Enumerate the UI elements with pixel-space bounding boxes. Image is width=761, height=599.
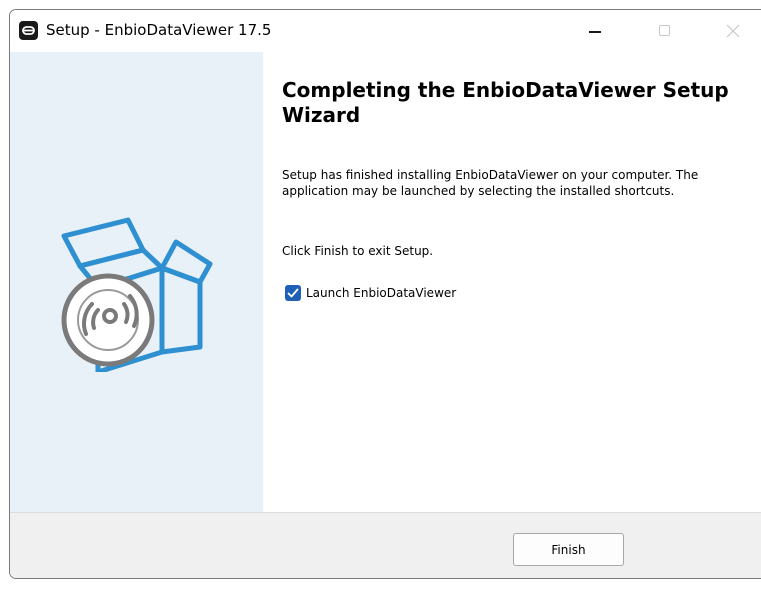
close-icon (726, 24, 740, 38)
setup-window: Setup - EnbioDataViewer 17.5 Completing … (9, 9, 761, 579)
checkmark-icon (287, 288, 299, 298)
finish-button[interactable]: Finish (513, 533, 624, 566)
window-title: Setup - EnbioDataViewer 17.5 (46, 21, 272, 39)
launch-checkbox[interactable] (285, 285, 301, 301)
title-bar[interactable]: Setup - EnbioDataViewer 17.5 (10, 10, 761, 53)
minimize-button[interactable] (572, 10, 618, 53)
finish-instruction: Click Finish to exit Setup. (282, 244, 434, 258)
close-button[interactable] (710, 10, 756, 53)
wizard-sidebar (10, 52, 263, 512)
maximize-icon (659, 25, 670, 36)
maximize-button[interactable] (642, 10, 688, 53)
wizard-content: Completing the EnbioDataViewer Setup Wiz… (263, 52, 761, 512)
completion-message: Setup has finished installing EnbioDataV… (282, 168, 699, 198)
minimize-icon (589, 31, 601, 33)
page-title: Completing the EnbioDataViewer Setup Wiz… (282, 78, 729, 127)
app-icon (19, 21, 38, 40)
software-box-with-disc-icon (61, 217, 213, 372)
wizard-footer: Finish (10, 512, 761, 578)
launch-checkbox-label[interactable]: Launch EnbioDataViewer (306, 285, 456, 301)
